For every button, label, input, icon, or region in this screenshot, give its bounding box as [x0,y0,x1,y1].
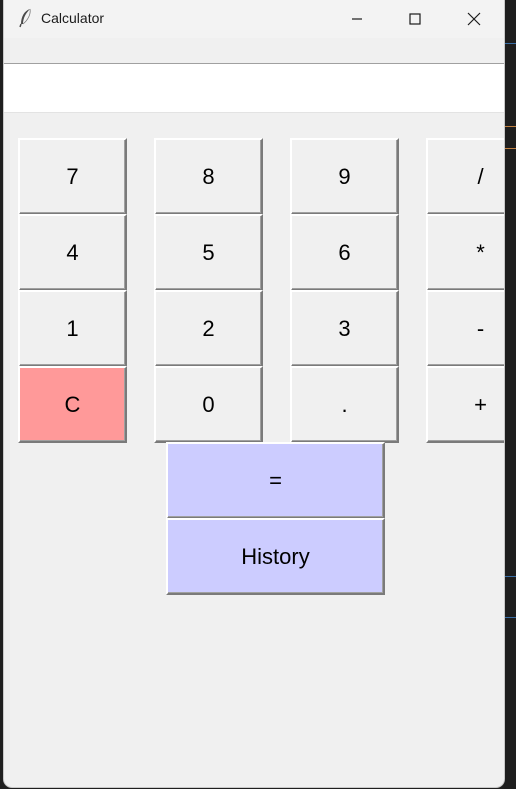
background-divider [504,126,516,127]
maximize-icon [409,13,421,25]
key-7[interactable]: 7 [18,138,127,215]
history-button[interactable]: History [166,518,385,595]
display-field[interactable] [4,63,504,113]
key-8[interactable]: 8 [154,138,263,215]
calculator-window: Calculator 7 8 9 / 4 5 6 * 1 2 3 - C 0 .… [4,0,504,787]
key-5[interactable]: 5 [154,214,263,291]
background-divider [504,43,516,44]
key-subtract[interactable]: - [426,290,504,367]
window-title: Calculator [41,10,105,26]
maximize-button[interactable] [386,0,444,38]
equals-button[interactable]: = [166,442,385,519]
close-button[interactable] [445,0,503,38]
key-1[interactable]: 1 [18,290,127,367]
minimize-icon [352,18,362,20]
close-icon [467,12,481,26]
feather-icon [19,8,31,28]
background-app-strip [504,0,516,789]
minimize-button[interactable] [328,0,386,38]
clear-button[interactable]: C [18,366,127,443]
background-divider [504,148,516,149]
key-4[interactable]: 4 [18,214,127,291]
key-3[interactable]: 3 [290,290,399,367]
key-multiply[interactable]: * [426,214,504,291]
key-decimal[interactable]: . [290,366,399,443]
background-divider [504,576,516,577]
key-6[interactable]: 6 [290,214,399,291]
key-9[interactable]: 9 [290,138,399,215]
title-bar[interactable]: Calculator [4,0,504,38]
background-divider [504,617,516,618]
key-2[interactable]: 2 [154,290,263,367]
key-add[interactable]: + [426,366,504,443]
key-0[interactable]: 0 [154,366,263,443]
key-divide[interactable]: / [426,138,504,215]
